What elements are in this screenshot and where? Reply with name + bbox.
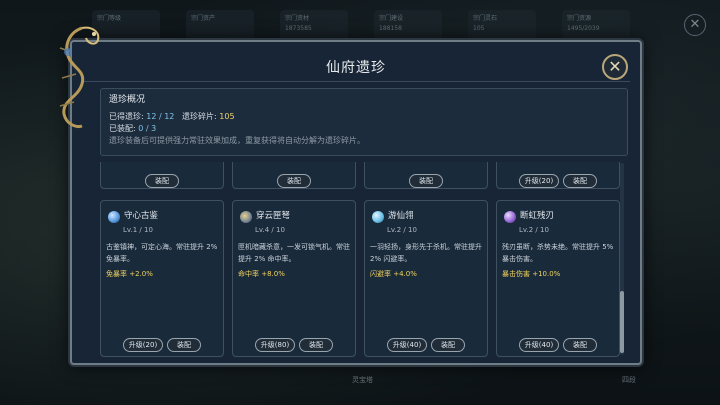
- equip-button[interactable]: 装配: [145, 174, 179, 188]
- equipped-label: 已装配:: [109, 124, 136, 133]
- relic-card-youxian: 游仙翎 Lv.2 / 10 一羽轻扬，身形先于杀机。常驻提升 2% 闪避率。 闪…: [364, 200, 488, 357]
- relic-bonus: 免暴率 +2.0%: [106, 270, 153, 278]
- relic-description: 古鉴镇神，可定心海。常驻提升 2% 免暴率。: [106, 243, 218, 263]
- fragments-value: 105: [219, 112, 235, 121]
- equip-button[interactable]: 装配: [431, 338, 465, 352]
- relic-overview-panel: 遗珍概况 已得遗珍: 12 / 12 遗珍碎片: 105 已装配: 0 / 3 …: [100, 88, 628, 156]
- relic-bonus: 闪避率 +4.0%: [370, 270, 417, 278]
- crossbow-gem-icon: [240, 211, 252, 223]
- relic-name: 穿云匣弩: [256, 211, 291, 221]
- equip-button[interactable]: 装配: [277, 174, 311, 188]
- equipped-value: 0 / 3: [138, 124, 157, 133]
- relic-name: 游仙翎: [388, 211, 414, 221]
- bg-stat-1: 宗门资产: [186, 10, 254, 40]
- upgrade-button[interactable]: 升级(20): [123, 338, 163, 352]
- upgrade-button[interactable]: 升级(40): [387, 338, 427, 352]
- collected-value: 12 / 12: [146, 112, 175, 121]
- relic-card-partial: 升级(20) 装配: [496, 162, 620, 189]
- equip-button[interactable]: 装配: [563, 338, 597, 352]
- mirror-gem-icon: [108, 211, 120, 223]
- background-close-icon[interactable]: ✕: [684, 14, 706, 36]
- dialog-title-bar: 仙府遗珍: [82, 52, 630, 82]
- relic-level: Lv.1 / 10: [123, 226, 153, 234]
- relic-card-partial: 装配: [364, 162, 488, 189]
- relic-card-partial: 装配: [100, 162, 224, 189]
- relic-list[interactable]: 装配 装配 装配 升级(20) 装配 守心古鉴 Lv.1 / 10 古鉴镇神，可…: [100, 162, 630, 358]
- fragments-label: 遗珍碎片:: [182, 112, 217, 121]
- relic-dialog: 仙府遗珍 ✕ 遗珍概况 已得遗珍: 12 / 12 遗珍碎片: 105 已装配:…: [70, 40, 642, 365]
- relic-bonus: 命中率 +8.0%: [238, 270, 285, 278]
- dragon-ornament-icon: [59, 26, 100, 128]
- relic-card-shouxin: 守心古鉴 Lv.1 / 10 古鉴镇神，可定心海。常驻提升 2% 免暴率。 免暴…: [100, 200, 224, 357]
- dialog-title: 仙府遗珍: [326, 59, 386, 76]
- equip-button[interactable]: 装配: [563, 174, 597, 188]
- overview-note: 遗珍装备后可提供强力常驻效果加成，重复获得将自动分解为遗珍碎片。: [109, 136, 365, 145]
- relic-card-duanhong: 断虹残刃 Lv.2 / 10 残刃虽断，杀势未绝。常驻提升 5% 暴击伤害。 暴…: [496, 200, 620, 357]
- equip-button[interactable]: 装配: [409, 174, 443, 188]
- relic-name: 守心古鉴: [124, 211, 159, 221]
- equip-button[interactable]: 装配: [167, 338, 201, 352]
- close-button[interactable]: ✕: [602, 54, 628, 80]
- bg-stat-2: 宗门资材 1873585: [280, 10, 348, 40]
- scrollbar-thumb[interactable]: [620, 291, 624, 353]
- relic-bonus: 暴击伤害 +10.0%: [502, 270, 561, 278]
- relic-description: 一羽轻扬，身形先于杀机。常驻提升 2% 闪避率。: [370, 243, 482, 263]
- relic-list-scrollbar[interactable]: [620, 163, 624, 355]
- upgrade-button[interactable]: 升级(80): [255, 338, 295, 352]
- relic-name: 断虹残刃: [520, 211, 555, 221]
- relic-level: Lv.2 / 10: [387, 226, 417, 234]
- feather-gem-icon: [372, 211, 384, 223]
- relic-description: 残刃虽断，杀势未绝。常驻提升 5% 暴击伤害。: [502, 243, 614, 263]
- upgrade-button[interactable]: 升级(20): [519, 174, 559, 188]
- upgrade-button[interactable]: 升级(40): [519, 338, 559, 352]
- bg-bottom-label: 灵宝塔: [352, 376, 373, 384]
- bg-bottom-right-label: 四段: [622, 376, 636, 384]
- relic-card-partial: 装配: [232, 162, 356, 189]
- relic-level: Lv.4 / 10: [255, 226, 285, 234]
- bg-stat-5: 宗门资源 1495/2039: [562, 10, 630, 40]
- overview-title: 遗珍概况: [109, 95, 146, 105]
- equip-button[interactable]: 装配: [299, 338, 333, 352]
- overview-collected-row: 已得遗珍: 12 / 12 遗珍碎片: 105: [109, 111, 619, 123]
- bg-stat-4: 宗门灵石 105: [468, 10, 536, 40]
- bg-stat-3: 宗门建设 188158: [374, 10, 442, 40]
- blade-gem-icon: [504, 211, 516, 223]
- relic-level: Lv.2 / 10: [519, 226, 549, 234]
- relic-card-chuanyun: 穿云匣弩 Lv.4 / 10 匣机暗藏杀意，一发可锁气机。常驻提升 2% 命中率…: [232, 200, 356, 357]
- relic-description: 匣机暗藏杀意，一发可锁气机。常驻提升 2% 命中率。: [238, 243, 350, 263]
- overview-equipped-row: 已装配: 0 / 3: [109, 123, 619, 135]
- collected-label: 已得遗珍:: [109, 112, 144, 121]
